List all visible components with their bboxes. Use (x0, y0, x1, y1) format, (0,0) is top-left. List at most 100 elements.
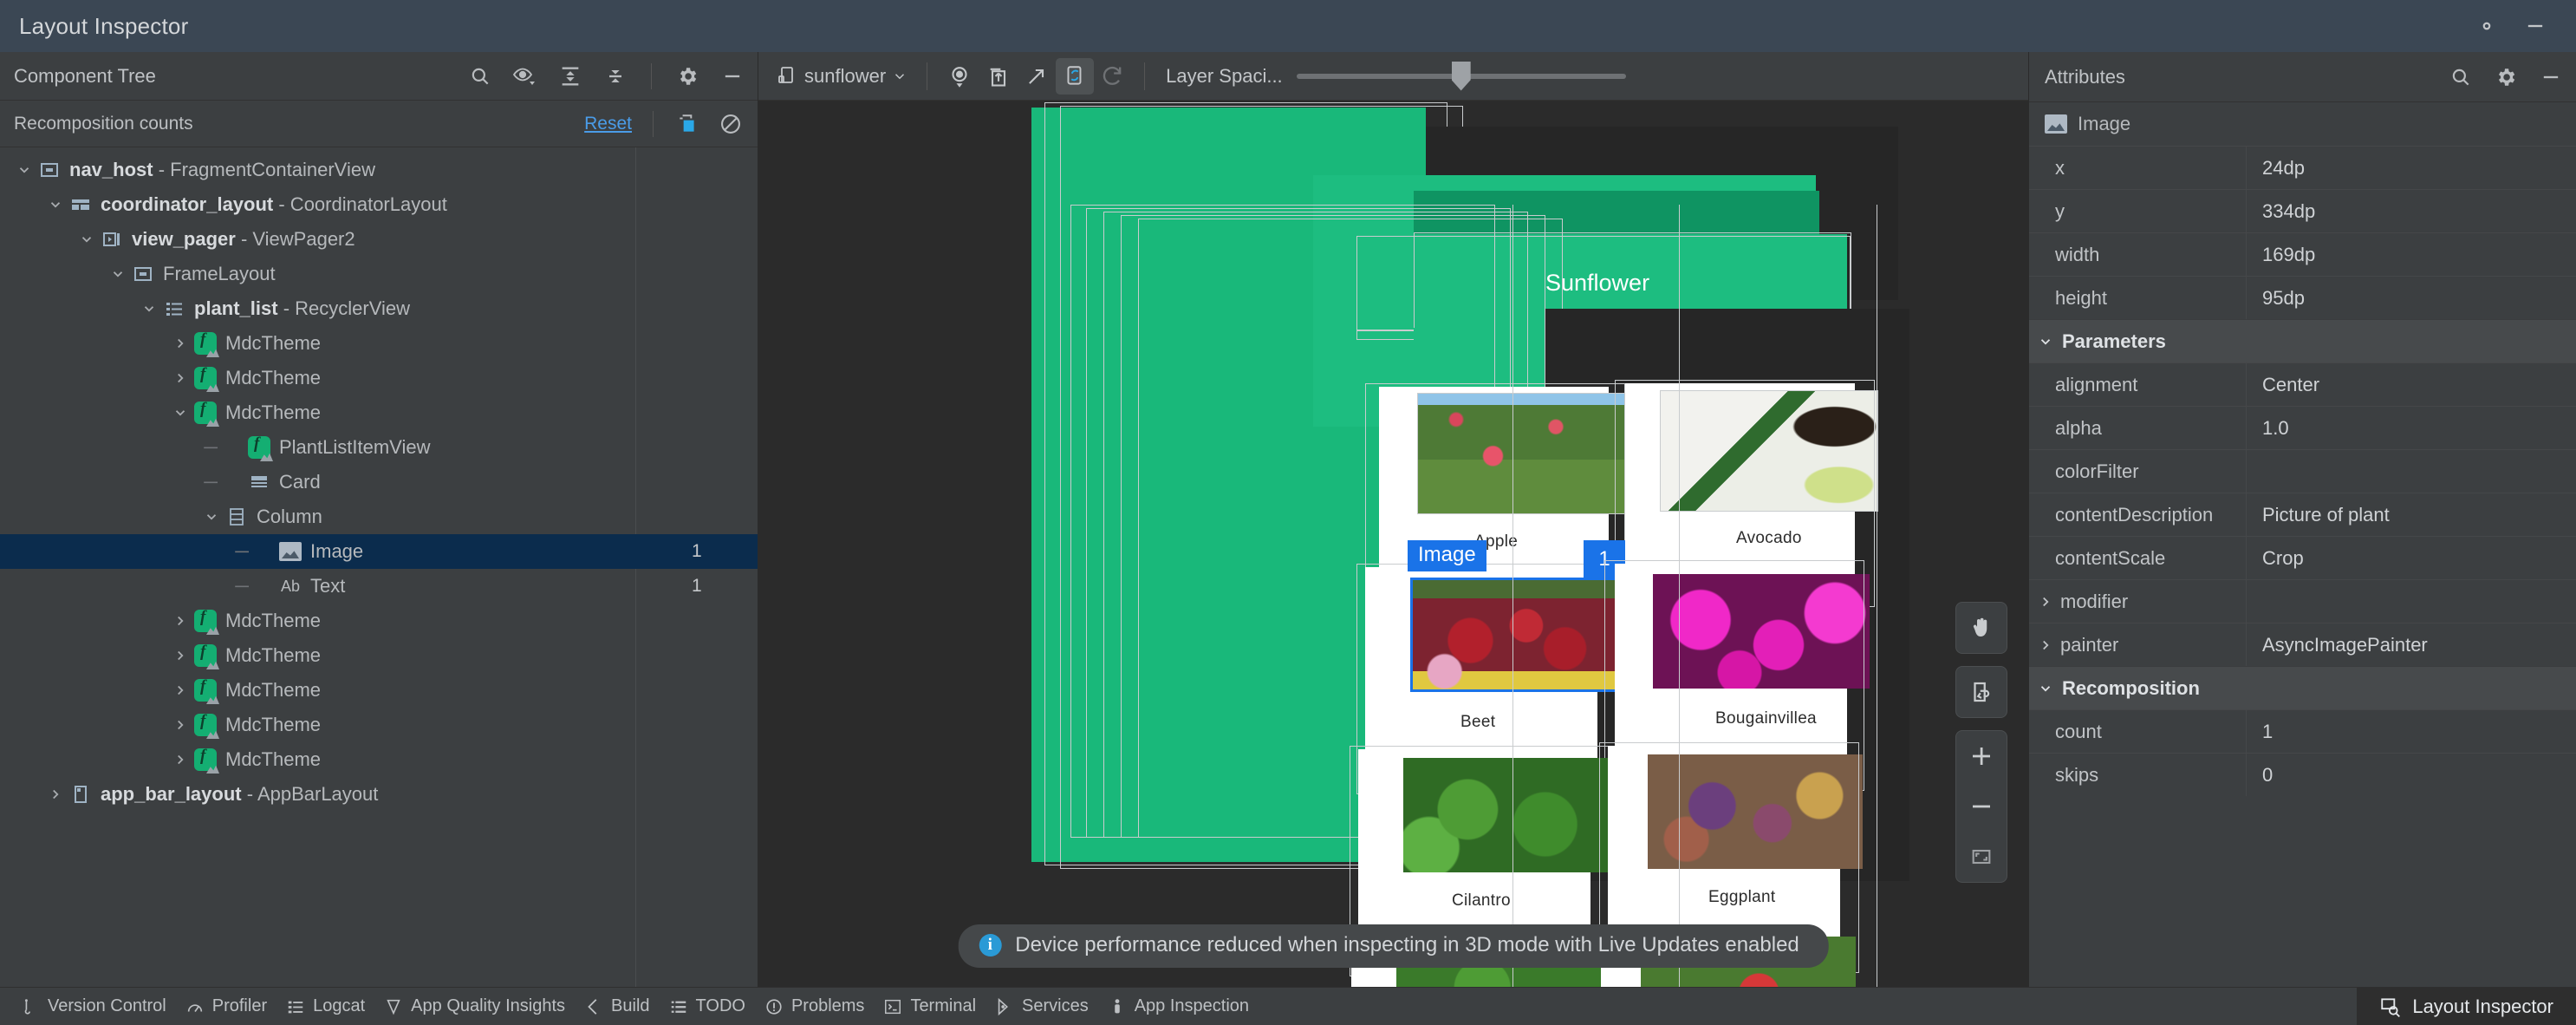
status-bar-layout-inspector[interactable]: Layout Inspector (2357, 988, 2576, 1025)
component-tree[interactable]: nav_host - FragmentContainerView coordina… (0, 147, 758, 987)
tree-twisty-collapsed[interactable] (43, 787, 68, 802)
refresh-button[interactable] (1094, 58, 1132, 95)
attribute-row[interactable]: modifier (2029, 579, 2576, 623)
attribute-row[interactable]: painter AsyncImagePainter (2029, 623, 2576, 666)
slider-thumb[interactable] (1451, 61, 1471, 91)
expand-all-icon[interactable] (557, 63, 583, 89)
eye-dropdown-icon[interactable] (512, 63, 538, 89)
attribute-value[interactable]: 169dp (2246, 233, 2576, 276)
attribute-value[interactable]: 0 (2246, 754, 2576, 796)
tree-row[interactable]: ─ PlantListItemView (0, 430, 758, 465)
tree-twisty-collapsed[interactable] (168, 613, 192, 629)
tree-row[interactable]: app_bar_layout - AppBarLayout (0, 777, 758, 812)
tree-row[interactable]: plant_list - RecyclerView (0, 291, 758, 326)
attribute-value[interactable]: 24dp (2246, 147, 2576, 189)
select-mode-button[interactable] (940, 58, 979, 95)
tree-twisty-expanded[interactable] (12, 162, 36, 178)
collapse-all-icon[interactable] (602, 63, 628, 89)
tree-row[interactable]: MdcTheme (0, 638, 758, 673)
status-bar-item-profiler[interactable]: Profiler (185, 996, 286, 1016)
tree-row[interactable]: ─ Card (0, 465, 758, 499)
attribute-value[interactable]: 334dp (2246, 190, 2576, 232)
tree-row[interactable]: nav_host - FragmentContainerView (0, 153, 758, 187)
export-button[interactable] (1018, 58, 1056, 95)
tree-row[interactable]: MdcTheme (0, 604, 758, 638)
tree-row[interactable]: MdcTheme (0, 326, 758, 361)
minimize-icon[interactable] (2522, 13, 2548, 39)
search-icon[interactable] (467, 63, 493, 89)
status-bar-item-version-control[interactable]: Version Control (21, 996, 185, 1016)
tree-twisty-expanded[interactable] (199, 509, 224, 525)
snapshot-button[interactable] (979, 58, 1018, 95)
minimize-icon[interactable] (2538, 64, 2564, 90)
search-icon[interactable] (2448, 64, 2474, 90)
tree-row[interactable]: MdcTheme (0, 742, 758, 777)
tree-row[interactable]: ─ Image 1 (0, 534, 758, 569)
attribute-value[interactable]: Crop (2246, 537, 2576, 579)
copy-icon[interactable] (674, 111, 700, 137)
attribute-row[interactable]: contentDescription Picture of plant (2029, 493, 2576, 536)
attribute-value[interactable]: AsyncImagePainter (2246, 623, 2576, 666)
status-bar-item-logcat[interactable]: Logcat (286, 996, 384, 1016)
status-bar-item-build[interactable]: Build (584, 996, 668, 1016)
tree-row[interactable]: ─ Ab Text 1 (0, 569, 758, 604)
process-selector[interactable]: sunflower (771, 58, 914, 95)
status-bar-item-problems[interactable]: Problems (764, 996, 883, 1016)
tree-twisty-expanded[interactable] (168, 405, 192, 421)
attribute-row[interactable]: colorFilter (2029, 449, 2576, 493)
tree-twisty-expanded[interactable] (137, 301, 161, 317)
fit-screen-icon[interactable] (1956, 832, 2007, 882)
attribute-section-header[interactable]: Recomposition (2029, 666, 2576, 709)
tree-twisty-expanded[interactable] (43, 197, 68, 212)
reset-button[interactable]: Reset (584, 114, 632, 134)
3d-mode-button[interactable] (1056, 57, 1095, 95)
attribute-value[interactable]: 1 (2246, 710, 2576, 753)
attribute-row[interactable]: height 95dp (2029, 276, 2576, 319)
attribute-value[interactable]: Picture of plant (2246, 493, 2576, 536)
gear-icon[interactable] (2493, 64, 2519, 90)
tree-twisty-collapsed[interactable] (168, 648, 192, 663)
tree-twisty-collapsed[interactable] (168, 717, 192, 733)
tree-row[interactable]: FrameLayout (0, 257, 758, 291)
status-bar-item-app-inspection[interactable]: App Inspection (1108, 996, 1268, 1016)
zoom-out-icon[interactable] (1956, 781, 2007, 832)
tree-row[interactable]: MdcTheme (0, 361, 758, 395)
attribute-section-header[interactable]: Parameters (2029, 319, 2576, 362)
tree-twisty-collapsed[interactable] (168, 682, 192, 698)
attributes-list[interactable]: x 24dp y 334dp width 169dp height 95dp Parameter… (2029, 146, 2576, 987)
pan-icon[interactable] (1956, 603, 2007, 653)
attribute-row[interactable]: skips 0 (2029, 753, 2576, 796)
tree-row[interactable]: view_pager - ViewPager2 (0, 222, 758, 257)
tree-row[interactable]: MdcTheme (0, 395, 758, 430)
layer-spacing-slider[interactable] (1296, 61, 1626, 91)
tree-twisty-expanded[interactable] (75, 232, 99, 247)
reset-view-icon[interactable] (1956, 667, 2007, 717)
attribute-row[interactable]: x 24dp (2029, 146, 2576, 189)
tree-row[interactable]: MdcTheme (0, 673, 758, 708)
attribute-row[interactable]: alignment Center (2029, 362, 2576, 406)
status-bar-item-app-quality-insights[interactable]: App Quality Insights (384, 996, 584, 1016)
status-bar-item-todo[interactable]: TODO (669, 996, 764, 1016)
attribute-row[interactable]: y 334dp (2029, 189, 2576, 232)
tree-row[interactable]: coordinator_layout - CoordinatorLayout (0, 187, 758, 222)
tree-row[interactable]: Column (0, 499, 758, 534)
attribute-value[interactable] (2246, 450, 2576, 493)
minimize-icon[interactable] (719, 63, 745, 89)
attribute-row[interactable]: count 1 (2029, 709, 2576, 753)
attribute-row[interactable]: contentScale Crop (2029, 536, 2576, 579)
3d-canvas[interactable]: Sunflower MY GARDEN PLANT LIST (758, 101, 2028, 987)
no-entry-icon[interactable] (718, 111, 744, 137)
tree-twisty-collapsed[interactable] (168, 336, 192, 351)
attribute-value[interactable]: Center (2246, 363, 2576, 406)
status-bar-item-services[interactable]: Services (995, 996, 1108, 1016)
attribute-value[interactable]: 95dp (2246, 277, 2576, 319)
gear-icon[interactable] (674, 63, 700, 89)
attribute-row[interactable]: alpha 1.0 (2029, 406, 2576, 449)
attribute-value[interactable] (2246, 580, 2576, 623)
tree-row[interactable]: MdcTheme (0, 708, 758, 742)
attribute-row[interactable]: width 169dp (2029, 232, 2576, 276)
attribute-value[interactable]: 1.0 (2246, 407, 2576, 449)
tree-twisty-expanded[interactable] (106, 266, 130, 282)
zoom-in-icon[interactable] (1956, 731, 2007, 781)
status-bar-item-terminal[interactable]: Terminal (883, 996, 995, 1016)
